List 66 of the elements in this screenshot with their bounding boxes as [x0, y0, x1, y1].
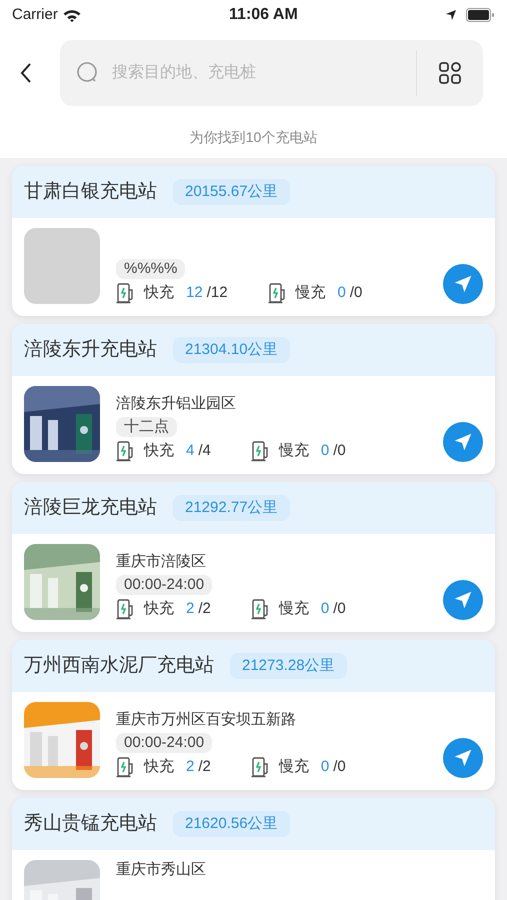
station-name: 涪陵巨龙充电站: [24, 496, 157, 520]
station-card[interactable]: 万州西南水泥厂充电站 21273.28公里 重庆市万州区百安坝五新路 00:00-24:00 快充 2 /2 慢充 0 /0: [12, 640, 495, 790]
available-count: 0: [320, 756, 330, 776]
total-count: /0: [333, 598, 346, 618]
navigation-arrow-icon: [452, 589, 474, 611]
search-icon: [76, 61, 100, 85]
station-name: 万州西南水泥厂充电站: [24, 654, 214, 678]
available-count: 0: [320, 598, 330, 618]
charge-type: 快充: [144, 756, 174, 776]
station-card[interactable]: 甘肃白银充电站 20155.67公里 %%%% 快充 12 /12 慢充 0 /0: [12, 166, 495, 316]
search-input[interactable]: 搜索目的地、充电桩: [112, 61, 416, 85]
clock: 11:06 AM: [229, 5, 298, 25]
opening-hours: 00:00-24:00: [116, 732, 212, 752]
opening-hours: 十二点: [116, 416, 177, 436]
station-name: 秀山贵锰充电站: [24, 812, 157, 836]
total-count: /4: [198, 440, 211, 460]
available-count: 4: [186, 440, 194, 460]
available-count: 0: [338, 282, 346, 302]
total-count: /2: [198, 598, 211, 618]
available-count: 2: [186, 756, 194, 776]
navigate-button[interactable]: [443, 738, 483, 778]
back-chevron-icon: [20, 62, 32, 84]
charge-type: 慢充: [278, 440, 309, 460]
navigate-button[interactable]: [443, 580, 483, 620]
total-count: /0: [333, 756, 346, 776]
charge-type: 快充: [144, 282, 174, 302]
opening-hours: 00:00-24:00: [116, 574, 212, 594]
charge-type: 慢充: [296, 282, 326, 302]
navigation-arrow-icon: [452, 747, 474, 769]
total-count: /2: [198, 756, 211, 776]
station-address: 涪陵东升铝业园区: [116, 394, 237, 414]
opening-hours: %%%%: [116, 258, 186, 278]
distance-badge: 21620.56公里: [173, 810, 290, 838]
distance-badge: 20155.67公里: [173, 178, 290, 206]
charge-type: 快充: [144, 440, 174, 460]
distance-badge: 21292.77公里: [173, 494, 290, 522]
navigate-button[interactable]: [443, 264, 483, 304]
charge-type: 慢充: [278, 598, 309, 618]
wifi-icon: [62, 8, 82, 22]
station-address: 重庆市涪陵区: [116, 552, 207, 572]
station-card[interactable]: 涪陵巨龙充电站 21292.77公里 重庆市涪陵区 00:00-24:00 快充 2 /2 慢充 0 /0: [12, 482, 495, 632]
navigation-arrow-icon: [452, 273, 474, 295]
total-count: /0: [333, 440, 346, 460]
navigate-button[interactable]: [443, 422, 483, 462]
distance-badge: 21273.28公里: [230, 652, 347, 680]
available-count: 0: [320, 440, 330, 460]
charge-type: 慢充: [278, 756, 309, 776]
station-name: 甘肃白银充电站: [24, 180, 157, 204]
result-count: 为你找到10个充电站: [190, 128, 318, 146]
distance-badge: 21304.10公里: [173, 336, 290, 364]
station-address: 重庆市秀山区: [116, 860, 207, 880]
station-card[interactable]: 涪陵东升充电站 21304.10公里 涪陵东升铝业园区 十二点 快充 4 /4 慢充 0 /0: [12, 324, 495, 474]
station-address: 重庆市万州区百安坝五新路: [116, 710, 297, 730]
station-card[interactable]: 秀山贵锰充电站 21620.56公里 重庆市秀山区: [12, 798, 495, 900]
location-arrow-icon: [445, 9, 457, 21]
station-name: 涪陵东升充电站: [24, 338, 157, 362]
total-count: /0: [350, 282, 362, 302]
navigation-arrow-icon: [452, 431, 474, 453]
total-count: /12: [206, 282, 228, 302]
grid-icon: [438, 61, 462, 85]
charge-type: 快充: [144, 598, 174, 618]
available-count: 12: [186, 282, 203, 302]
search-bar[interactable]: 搜索目的地、充电桩: [60, 40, 483, 106]
available-count: 2: [186, 598, 194, 618]
carrier-label: Carrier: [12, 4, 58, 25]
battery-icon: [465, 8, 495, 22]
